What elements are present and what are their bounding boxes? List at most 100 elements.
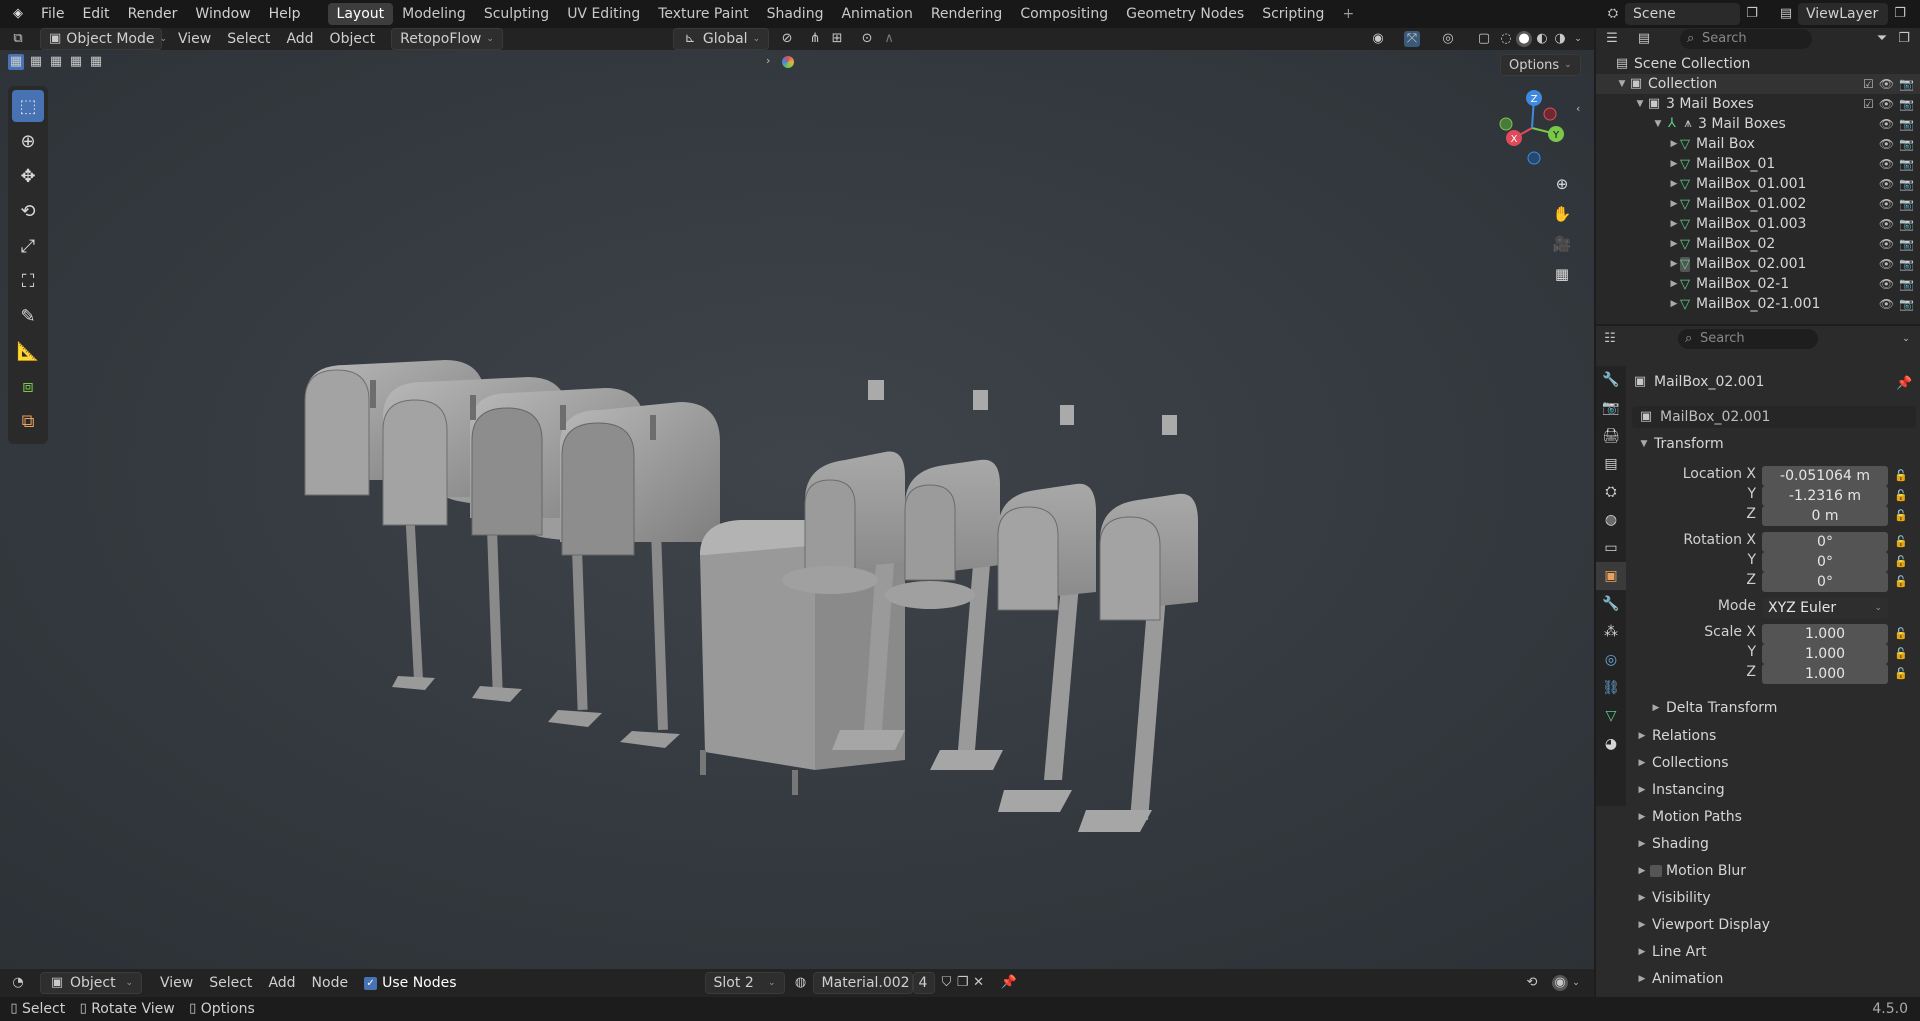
- eye-icon[interactable]: 👁: [1879, 137, 1894, 151]
- node-editor-type-icon[interactable]: ◔: [10, 975, 26, 991]
- expand-triangle-icon[interactable]: ▶: [1668, 199, 1680, 209]
- scale-z-field[interactable]: 1.000: [1762, 664, 1888, 684]
- section-animation[interactable]: ▶ Animation: [1596, 965, 1920, 992]
- lock-icon[interactable]: 🔓: [1894, 644, 1908, 664]
- view-layer-tab-icon[interactable]: ▤: [1596, 450, 1626, 478]
- delta-transform-header[interactable]: ▶ Delta Transform: [1596, 694, 1920, 721]
- new-viewlayer-icon[interactable]: ❐: [1892, 6, 1908, 22]
- shader-object-dropdown[interactable]: ▣ Object ⌄: [40, 972, 142, 994]
- section-collections[interactable]: ▶ Collections: [1596, 749, 1920, 776]
- navigation-gizmo[interactable]: X Y Z: [1490, 84, 1574, 168]
- new-collection-icon[interactable]: ❐: [1896, 31, 1912, 47]
- output-tab-icon[interactable]: 🖨: [1596, 422, 1626, 450]
- lock-icon[interactable]: 🔓: [1894, 466, 1908, 486]
- expand-triangle-icon[interactable]: ▼: [1616, 79, 1628, 89]
- pan-hand-icon[interactable]: ✋: [1548, 200, 1576, 228]
- zoom-icon[interactable]: ⊕: [1548, 170, 1576, 198]
- menu-window[interactable]: Window: [186, 0, 259, 28]
- object-tab-icon[interactable]: ▣: [1596, 562, 1626, 590]
- material-name-field[interactable]: Material.002: [812, 972, 913, 994]
- camera-icon[interactable]: 📷: [1899, 217, 1914, 231]
- eye-icon[interactable]: 👁: [1879, 257, 1894, 271]
- rotation-y-field[interactable]: 0°: [1762, 552, 1888, 572]
- tool-tab-icon[interactable]: 🔧: [1596, 366, 1626, 394]
- eye-icon[interactable]: 👁: [1879, 197, 1894, 211]
- section-viewport-display[interactable]: ▶ Viewport Display: [1596, 911, 1920, 938]
- retopo-tool-icon[interactable]: ⧉: [12, 405, 44, 437]
- properties-options-icon[interactable]: ⌄: [1898, 331, 1914, 347]
- shading-options-icon[interactable]: ⌄: [1570, 31, 1586, 47]
- expand-triangle-icon[interactable]: ▶: [1668, 159, 1680, 169]
- eye-icon[interactable]: 👁: [1879, 277, 1894, 291]
- pivot-icon[interactable]: ⊘: [779, 31, 795, 47]
- render-tab-icon[interactable]: 📷: [1596, 394, 1626, 422]
- camera-icon[interactable]: 📷: [1899, 137, 1914, 151]
- outliner-row-collection[interactable]: ▼ ▣ Collection ☑ 👁 📷: [1596, 74, 1920, 94]
- expand-triangle-icon[interactable]: ▶: [1668, 179, 1680, 189]
- filter-icon[interactable]: ⏷: [1874, 31, 1890, 47]
- transform-panel-header[interactable]: ▼ Transform: [1596, 430, 1920, 457]
- snap-target-icon[interactable]: ⊞: [829, 31, 845, 47]
- outliner-row-object[interactable]: ▶ ▽ MailBox_01.001 👁 📷: [1596, 174, 1920, 194]
- expand-triangle-icon[interactable]: ▶: [1668, 139, 1680, 149]
- select-invert-icon[interactable]: ▦: [68, 54, 84, 70]
- transform-orientation-dropdown[interactable]: ⊾ Global ⌄: [672, 28, 770, 50]
- shader-menu-add[interactable]: Add: [260, 972, 303, 994]
- eye-icon[interactable]: 👁: [1879, 157, 1894, 171]
- material-slot-dropdown[interactable]: Slot 2 ⌄: [704, 972, 785, 994]
- location-y-field[interactable]: -1.2316 m: [1762, 486, 1888, 506]
- scene-selector[interactable]: Scene: [1625, 3, 1740, 25]
- gizmo-toggle-icon[interactable]: ⤧: [1404, 31, 1420, 47]
- workspace-tab-uv-editing[interactable]: UV Editing: [558, 3, 649, 25]
- falloff-icon[interactable]: ∧: [881, 31, 897, 47]
- workspace-tab-texture-paint[interactable]: Texture Paint: [649, 3, 757, 25]
- lock-icon[interactable]: 🔓: [1894, 664, 1908, 684]
- lock-icon[interactable]: 🔓: [1894, 486, 1908, 506]
- expand-triangle-icon[interactable]: ▶: [1668, 259, 1680, 269]
- outliner-row-object[interactable]: ▶ ▽ MailBox_01 👁 📷: [1596, 154, 1920, 174]
- viewport-options-button[interactable]: Options ⌄: [1500, 54, 1581, 76]
- measure-tool-icon[interactable]: 📐: [12, 335, 44, 367]
- mode-dropdown[interactable]: ▣ Object Mode ⌄: [40, 28, 167, 50]
- properties-editor-icon[interactable]: ☷: [1602, 331, 1618, 347]
- physics-tab-icon[interactable]: ◎: [1596, 646, 1626, 674]
- camera-icon[interactable]: 📷: [1899, 117, 1914, 131]
- overlay-node-icon[interactable]: ◉: [1552, 975, 1568, 991]
- viewlayer-selector[interactable]: ViewLayer: [1798, 3, 1888, 25]
- location-x-field[interactable]: -0.051064 m: [1762, 466, 1888, 486]
- expand-triangle-icon[interactable]: ▼: [1634, 99, 1646, 109]
- outliner-row-object[interactable]: ▶ ▽ MailBox_02 👁 📷: [1596, 234, 1920, 254]
- lock-icon[interactable]: 🔓: [1894, 624, 1908, 644]
- workspace-tab-animation[interactable]: Animation: [832, 3, 921, 25]
- pin-icon[interactable]: 📌: [1001, 975, 1017, 991]
- checkbox-icon[interactable]: ☑: [1863, 77, 1874, 91]
- select-intersect-icon[interactable]: ▦: [88, 54, 104, 70]
- snap-node-icon[interactable]: ⟲: [1524, 975, 1540, 991]
- particles-tab-icon[interactable]: ⁂: [1596, 618, 1626, 646]
- object-name-field[interactable]: ▣ MailBox_02.001: [1632, 406, 1916, 428]
- rotation-x-field[interactable]: 0°: [1762, 532, 1888, 552]
- expand-triangle-icon[interactable]: ▶: [1668, 219, 1680, 229]
- blender-logo-icon[interactable]: ◈: [10, 6, 26, 22]
- constraints-tab-icon[interactable]: ⛓: [1596, 674, 1626, 702]
- expand-triangle-icon[interactable]: ▼: [1652, 119, 1664, 129]
- scale-y-field[interactable]: 1.000: [1762, 644, 1888, 664]
- viewport-menu-add[interactable]: Add: [278, 28, 321, 50]
- section-line-art[interactable]: ▶ Line Art: [1596, 938, 1920, 965]
- collection-tab-icon[interactable]: ▭: [1596, 534, 1626, 562]
- material-browse-icon[interactable]: ◍: [793, 975, 809, 991]
- editor-type-icon[interactable]: ⧉: [10, 31, 26, 47]
- add-cube-tool-icon[interactable]: ⧈: [12, 370, 44, 402]
- outliner-row-object[interactable]: ▶ ▽ MailBox_02-1 👁 📷: [1596, 274, 1920, 294]
- scene-tab-icon[interactable]: ⛭: [1596, 478, 1626, 506]
- viewport-menu-view[interactable]: View: [170, 28, 219, 50]
- xray-icon[interactable]: ▢: [1476, 31, 1492, 47]
- camera-icon[interactable]: 📷: [1899, 237, 1914, 251]
- overlay-options-icon[interactable]: ⌄: [1568, 975, 1584, 991]
- outliner-search-input[interactable]: Search: [1680, 29, 1812, 49]
- fake-user-icon[interactable]: ⛉: [939, 975, 955, 991]
- camera-icon[interactable]: 📷: [1899, 97, 1914, 111]
- lock-icon[interactable]: 🔓: [1894, 552, 1908, 572]
- camera-icon[interactable]: 📷: [1899, 77, 1914, 91]
- shader-menu-select[interactable]: Select: [201, 972, 260, 994]
